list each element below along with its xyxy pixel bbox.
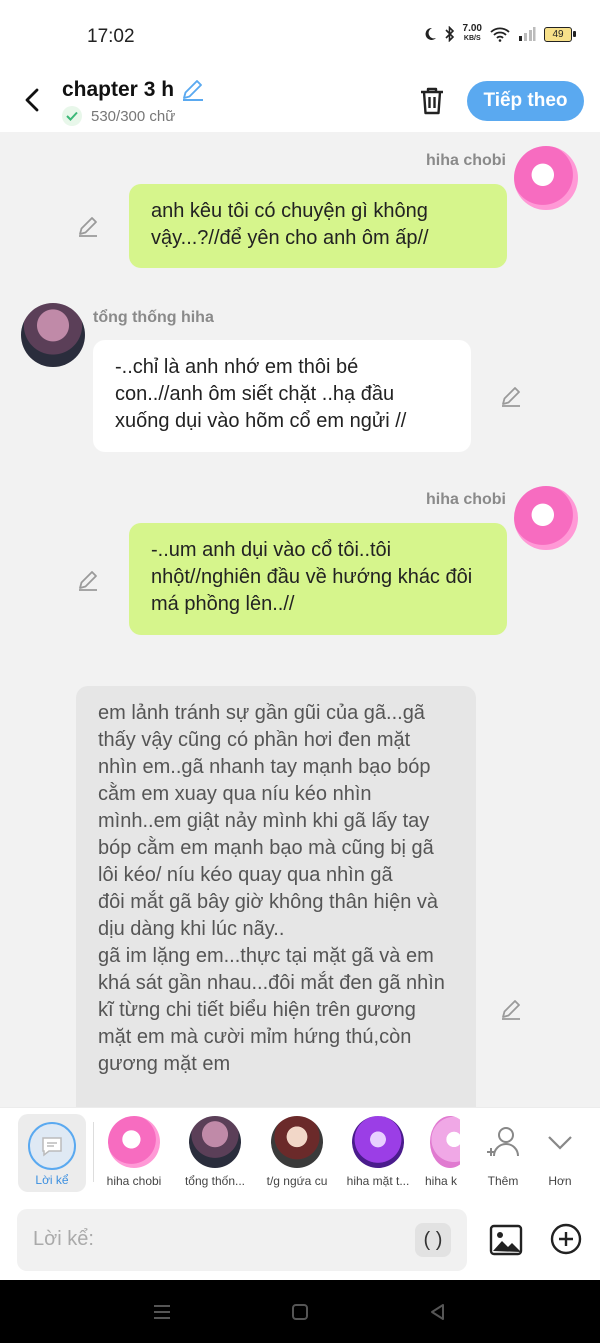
- character-item[interactable]: hiha k: [422, 1116, 460, 1188]
- next-button[interactable]: Tiếp theo: [467, 81, 584, 121]
- battery-icon: 49: [544, 26, 576, 42]
- narrator-label: Lời kể: [35, 1173, 69, 1187]
- more-label: Hơn: [548, 1174, 572, 1188]
- character-name: hiha chobi: [106, 1174, 162, 1188]
- status-time: 17:02: [87, 26, 135, 47]
- input-placeholder: Lời kể:: [33, 1228, 94, 1250]
- character-name: t/g ngứa cu: [266, 1174, 328, 1188]
- avatar: [352, 1116, 404, 1168]
- message-sender: hiha chobi: [426, 491, 506, 508]
- message-bubble[interactable]: -..um anh dụi vào cổ tôi..tôi nhột//nghi…: [129, 523, 507, 635]
- avatar[interactable]: [514, 146, 578, 210]
- edit-message-pencil-icon[interactable]: [498, 383, 524, 409]
- message-sender: hiha chobi: [426, 152, 506, 169]
- character-item[interactable]: tổng thốn...: [175, 1116, 255, 1188]
- narration-bubble[interactable]: em lảnh tránh sự gần gũi của gã...gã thấ…: [76, 686, 476, 1107]
- character-name: tổng thốn...: [184, 1174, 246, 1188]
- plus-icon[interactable]: [549, 1222, 583, 1256]
- avatar: [271, 1116, 323, 1168]
- avatar[interactable]: [514, 486, 578, 550]
- net-speed: 7.00 KB/S: [463, 24, 482, 44]
- add-person-icon: [487, 1127, 519, 1157]
- system-nav-bar: [0, 1280, 600, 1343]
- character-name: hiha mặt t...: [346, 1174, 410, 1188]
- signal-icon: [519, 27, 536, 41]
- avatar: [108, 1116, 160, 1168]
- avatar: [189, 1116, 241, 1168]
- net-speed-value: 7.00: [462, 23, 482, 34]
- edit-message-pencil-icon[interactable]: [75, 213, 101, 239]
- narration-icon: [28, 1122, 76, 1170]
- character-name: hiha k: [424, 1174, 458, 1188]
- message-bubble[interactable]: -..chỉ là anh nhớ em thôi bé con..//anh …: [93, 340, 471, 452]
- moon-icon: [425, 27, 436, 40]
- parentheses-button[interactable]: ( ): [415, 1223, 451, 1257]
- character-item[interactable]: t/g ngứa cu: [257, 1116, 337, 1188]
- status-icons: 7.00 KB/S 49: [423, 24, 576, 44]
- input-bar: Lời kể: ( ): [0, 1200, 600, 1280]
- character-bar: Lời kể hiha chobi tổng thốn... t/g ngứa …: [0, 1107, 600, 1201]
- narrator-selector[interactable]: Lời kể: [18, 1114, 86, 1192]
- avatar[interactable]: [21, 303, 85, 367]
- edit-message-pencil-icon[interactable]: [75, 567, 101, 593]
- chevron-down-icon: [548, 1136, 572, 1150]
- character-item[interactable]: hiha chobi: [94, 1116, 174, 1188]
- net-speed-unit: KB/S: [463, 35, 481, 42]
- chat-area[interactable]: hiha chobi anh kêu tôi có chuyện gì khôn…: [0, 132, 600, 1107]
- wifi-icon: [490, 27, 510, 42]
- more-button[interactable]: Hơn: [520, 1116, 600, 1188]
- editor-header: chapter 3 h 530/300 chữ Tiếp theo: [0, 72, 600, 132]
- narration-input[interactable]: Lời kể: ( ): [17, 1209, 467, 1271]
- character-item[interactable]: hiha mặt t...: [338, 1116, 418, 1188]
- edit-title-pencil-icon[interactable]: [180, 78, 206, 102]
- back-arrow-icon[interactable]: [18, 82, 46, 118]
- menu-icon[interactable]: [150, 1300, 174, 1324]
- chapter-title: chapter 3 h: [62, 78, 175, 101]
- bluetooth-icon: [444, 26, 454, 42]
- edit-message-pencil-icon[interactable]: [498, 996, 524, 1022]
- message-sender: tổng thống hiha: [93, 309, 214, 326]
- check-icon: [62, 106, 82, 126]
- avatar: [430, 1116, 460, 1168]
- back-nav-icon[interactable]: [426, 1300, 450, 1324]
- char-count: 530/300 chữ: [91, 108, 176, 125]
- message-bubble[interactable]: anh kêu tôi có chuyện gì không vậy...?//…: [129, 184, 507, 268]
- status-bar: 17:02 7.00 KB/S 49: [0, 0, 600, 72]
- trash-icon[interactable]: [416, 84, 448, 118]
- image-icon[interactable]: [488, 1222, 524, 1258]
- home-icon[interactable]: [288, 1300, 312, 1324]
